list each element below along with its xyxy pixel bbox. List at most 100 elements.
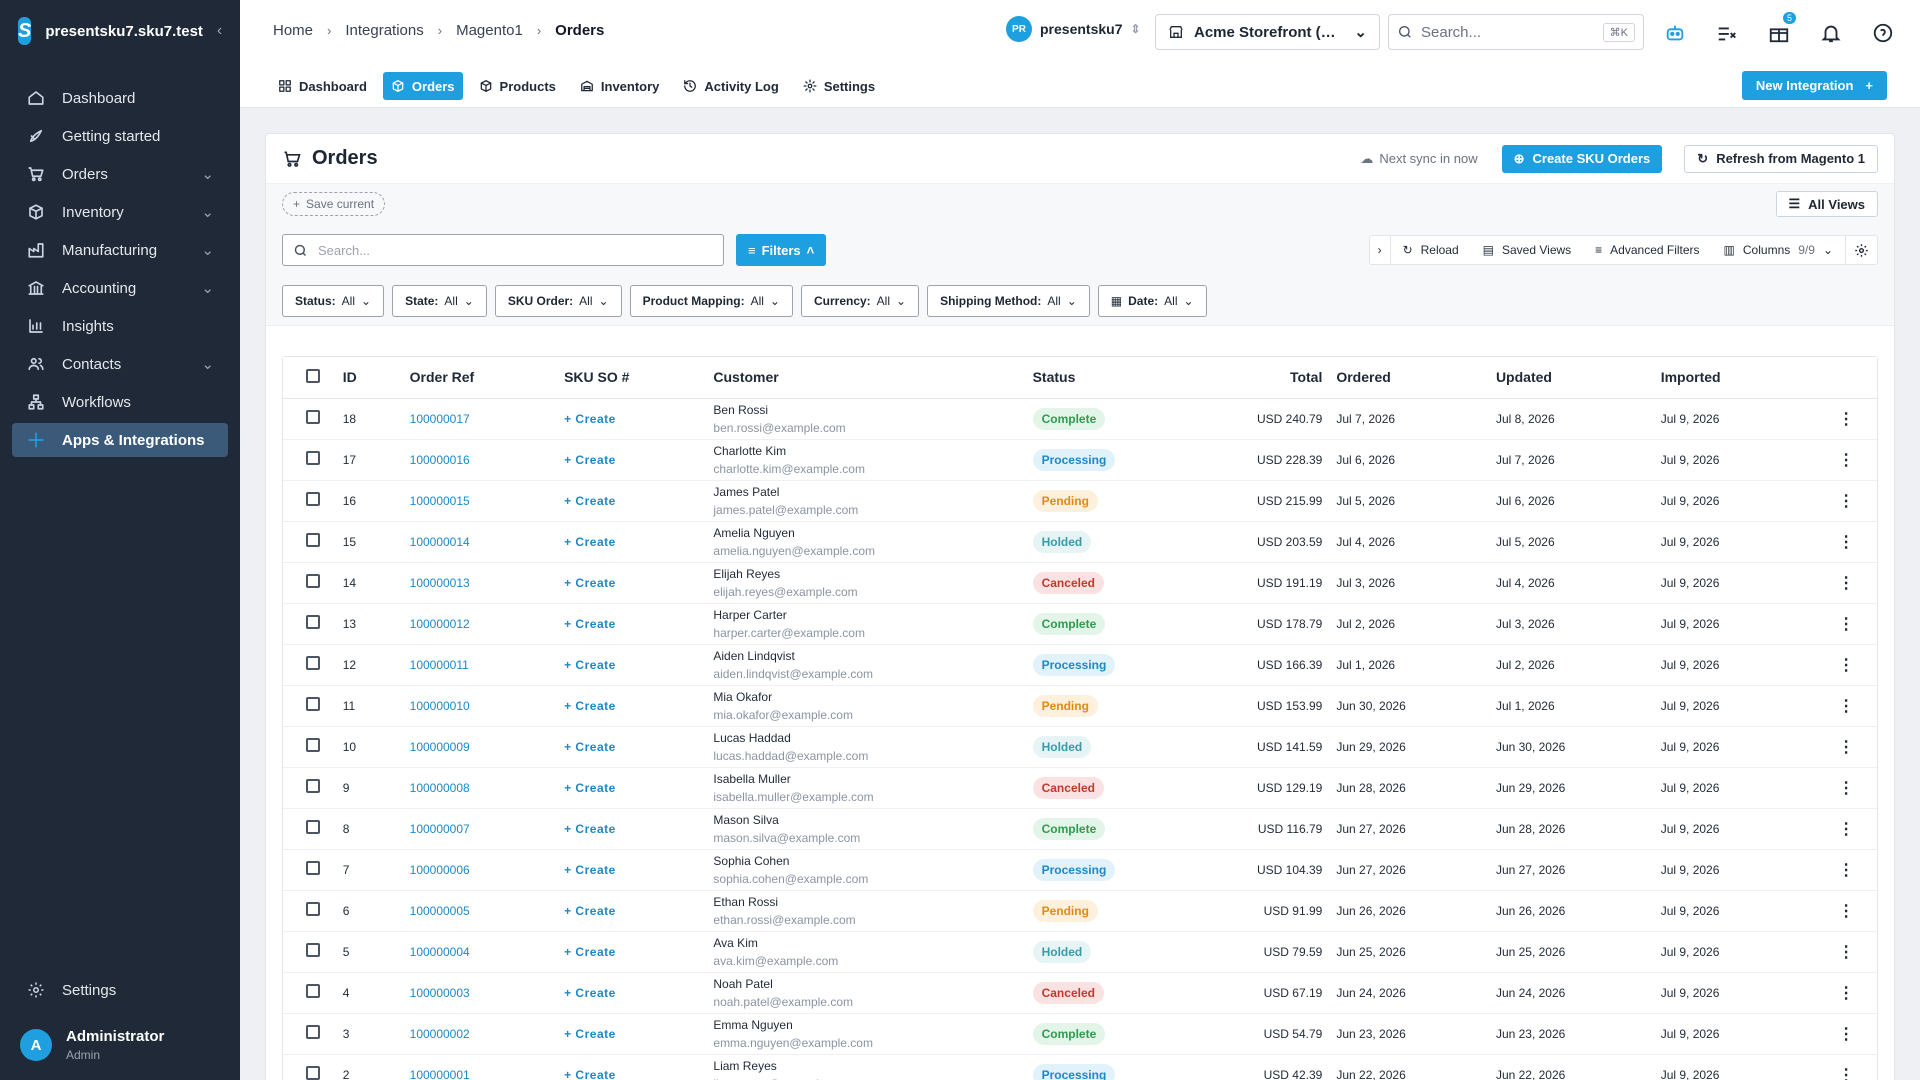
order-ref-link[interactable]: 100000017 — [410, 412, 470, 426]
column-header-imported[interactable]: Imported — [1660, 357, 1816, 399]
help-icon[interactable] — [1868, 18, 1898, 48]
row-checkbox[interactable] — [305, 1025, 320, 1039]
row-checkbox[interactable] — [305, 738, 320, 752]
row-checkbox[interactable] — [305, 779, 320, 793]
more-vertical-icon[interactable]: ⋮ — [1838, 944, 1854, 961]
filter-chip-sku-order[interactable]: SKU Order: All ⌄ — [494, 284, 622, 317]
order-ref-link[interactable]: 100000003 — [410, 986, 470, 1000]
table-row[interactable]: 11 100000010 + Create Mia Okafor mia.okafor@… — [283, 685, 1877, 727]
order-ref-link[interactable]: 100000006 — [410, 863, 470, 877]
tab-dashboard[interactable]: Dashboard — [270, 72, 375, 100]
saved-views-button[interactable]: ▤ Saved Views — [1471, 236, 1584, 264]
sidebar-item-accounting[interactable]: Accounting ⌄ — [12, 271, 228, 305]
order-ref-link[interactable]: 100000016 — [410, 453, 470, 467]
column-header-sku-so[interactable]: SKU SO # — [564, 357, 714, 399]
row-checkbox[interactable] — [305, 697, 320, 711]
tasks-icon[interactable] — [1712, 18, 1742, 48]
robot-icon[interactable] — [1660, 18, 1690, 48]
table-row[interactable]: 3 100000002 + Create Emma Nguyen emma.nguyen… — [283, 1013, 1877, 1055]
more-vertical-icon[interactable]: ⋮ — [1838, 534, 1854, 551]
gift-icon[interactable]: 5 — [1764, 12, 1796, 48]
tab-orders[interactable]: Orders — [382, 72, 463, 100]
create-sku-order-link[interactable]: + Create — [564, 986, 616, 1000]
column-header-status[interactable]: Status — [1032, 357, 1218, 399]
create-sku-order-link[interactable]: + Create — [564, 740, 616, 754]
sidebar-item-inventory[interactable]: Inventory ⌄ — [12, 195, 228, 229]
create-sku-order-link[interactable]: + Create — [564, 453, 616, 467]
column-header-updated[interactable]: Updated — [1495, 357, 1661, 399]
sidebar-item-apps-integrations[interactable]: Apps & Integrations — [12, 423, 228, 457]
row-checkbox[interactable] — [305, 615, 320, 629]
sidebar-item-workflows[interactable]: Workflows — [12, 385, 228, 419]
table-row[interactable]: 17 100000016 + Create Charlotte Kim charlott… — [283, 439, 1877, 481]
table-row[interactable]: 9 100000008 + Create Isabella Muller isabell… — [283, 767, 1877, 809]
reload-button[interactable]: ↻ Reload — [1391, 236, 1471, 264]
create-sku-order-link[interactable]: + Create — [564, 617, 616, 631]
select-all-checkbox[interactable] — [305, 368, 320, 383]
tab-inventory[interactable]: Inventory — [572, 72, 668, 100]
new-integration-button[interactable]: New Integration + — [1741, 71, 1887, 100]
order-ref-link[interactable]: 100000010 — [410, 699, 470, 713]
table-row[interactable]: 2100000001 + Create Liam Reyes liam.reyes@e… — [283, 1054, 1877, 1080]
order-ref-link[interactable]: 100000008 — [410, 781, 470, 795]
table-row[interactable]: 12 100000011 + Create Aiden Lindqvist aiden.… — [283, 644, 1877, 686]
row-checkbox[interactable] — [305, 656, 320, 670]
brand[interactable]: S presentsku7.sku7.test ‹ — [0, 0, 240, 62]
bell-icon[interactable] — [1816, 18, 1846, 48]
table-row[interactable]: 6 100000005 + Create Ethan Rossi ethan.rossi… — [283, 890, 1877, 932]
table-settings-button[interactable] — [1845, 236, 1877, 264]
create-sku-order-link[interactable]: + Create — [564, 535, 616, 549]
columns-button[interactable]: ▥ Columns 9/9 ⌄ — [1712, 236, 1845, 264]
create-sku-order-link[interactable]: + Create — [564, 863, 616, 877]
breadcrumb-item[interactable]: Magento1 — [456, 22, 523, 39]
more-vertical-icon[interactable]: ⋮ — [1838, 411, 1854, 428]
create-sku-order-link[interactable]: + Create — [564, 1068, 616, 1080]
row-checkbox[interactable] — [305, 492, 320, 506]
all-views-button[interactable]: ☰ All Views — [1775, 191, 1878, 217]
row-checkbox[interactable] — [305, 820, 320, 834]
row-checkbox[interactable] — [305, 861, 320, 875]
more-vertical-icon[interactable]: ⋮ — [1838, 493, 1854, 510]
column-header-total[interactable]: Total — [1217, 357, 1337, 399]
row-checkbox[interactable] — [305, 533, 320, 547]
table-row[interactable]: 4 100000003 + Create Noah Patel noah.patel@e… — [283, 972, 1877, 1014]
order-ref-link[interactable]: 100000013 — [410, 576, 470, 590]
tab-products[interactable]: Products — [471, 72, 564, 100]
column-header-id[interactable]: ID — [342, 357, 410, 399]
column-header-ordered[interactable]: Ordered — [1336, 357, 1496, 399]
filter-chip-shipping-method[interactable]: Shipping Method: All ⌄ — [927, 284, 1090, 317]
workspace-switcher[interactable]: PR presentsku7 ⇕ — [1006, 16, 1141, 42]
sidebar-item-dashboard[interactable]: Dashboard — [12, 81, 228, 115]
table-row[interactable]: 14 100000013 + Create Elijah Reyes elijah.re… — [283, 562, 1877, 604]
tab-activity-log[interactable]: Activity Log — [675, 72, 786, 100]
save-current-button[interactable]: + Save current — [282, 192, 386, 216]
column-header-order-ref[interactable]: Order Ref — [409, 357, 565, 399]
filter-chip-product-mapping[interactable]: Product Mapping: All ⌄ — [629, 284, 793, 317]
more-vertical-icon[interactable]: ⋮ — [1838, 657, 1854, 674]
row-checkbox[interactable] — [305, 984, 320, 998]
row-checkbox[interactable] — [305, 902, 320, 916]
more-vertical-icon[interactable]: ⋮ — [1838, 780, 1854, 797]
order-ref-link[interactable]: 100000011 — [410, 658, 469, 672]
order-ref-link[interactable]: 100000005 — [410, 904, 470, 918]
table-row[interactable]: 10 100000009 + Create Lucas Haddad lucas.had… — [283, 726, 1877, 768]
table-row[interactable]: 13 100000012 + Create Harper Carter harper.c… — [283, 603, 1877, 645]
create-sku-order-link[interactable]: + Create — [564, 945, 616, 959]
more-vertical-icon[interactable]: ⋮ — [1838, 821, 1854, 838]
filter-chip-date[interactable]: ▦ Date: All ⌄ — [1097, 284, 1207, 317]
refresh-button[interactable]: ↻ Refresh from Magento 1 — [1684, 144, 1878, 173]
filters-button[interactable]: ≡ Filters ˄ — [736, 234, 827, 266]
tab-settings[interactable]: Settings — [795, 72, 883, 100]
breadcrumb-item[interactable]: Integrations — [345, 22, 423, 39]
filter-chip-state[interactable]: State: All ⌄ — [392, 284, 487, 317]
create-sku-order-link[interactable]: + Create — [564, 699, 616, 713]
sidebar-item-getting-started[interactable]: Getting started — [12, 119, 228, 153]
create-sku-order-link[interactable]: + Create — [564, 494, 616, 508]
row-checkbox[interactable] — [305, 451, 320, 465]
more-vertical-icon[interactable]: ⋮ — [1838, 739, 1854, 756]
create-sku-order-link[interactable]: + Create — [564, 781, 616, 795]
create-sku-order-link[interactable]: + Create — [564, 1027, 616, 1041]
column-header-customer[interactable]: Customer — [713, 357, 1033, 399]
order-ref-link[interactable]: 100000014 — [410, 535, 470, 549]
sidebar-item-settings[interactable]: Settings — [12, 973, 228, 1007]
